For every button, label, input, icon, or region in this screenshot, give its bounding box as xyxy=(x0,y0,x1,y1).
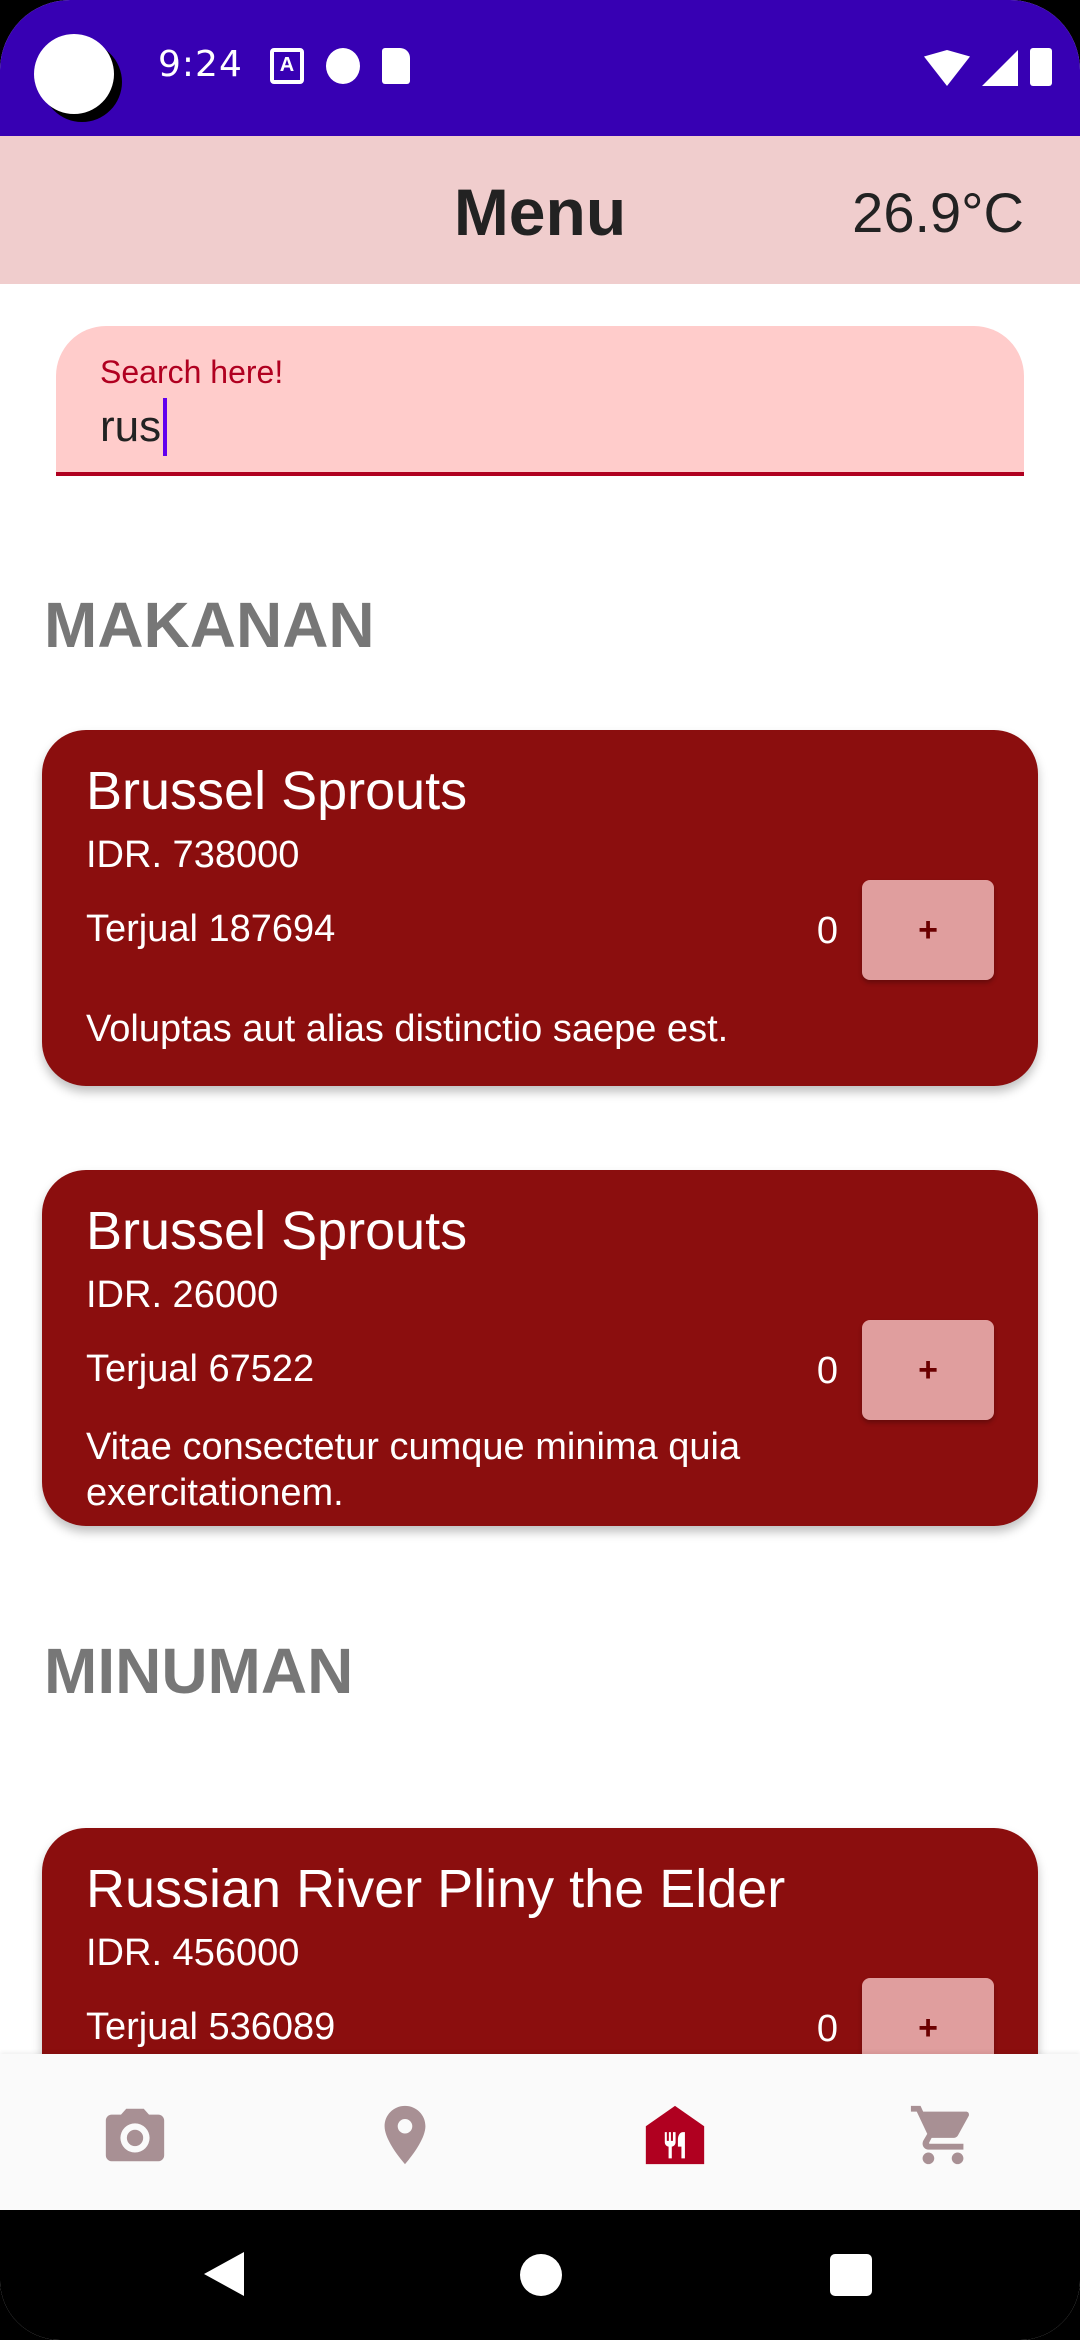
item-name: Brussel Sprouts xyxy=(86,1201,468,1261)
add-item-button[interactable]: + xyxy=(862,880,994,980)
camera-cutout xyxy=(34,34,114,114)
item-quantity: 0 xyxy=(816,1350,838,1392)
status-time: 9:24 xyxy=(158,44,243,85)
restaurant-menu-icon[interactable] xyxy=(640,2100,710,2170)
phone-screen: 9:24 A Menu 26.9°C Search here! rus MAKA… xyxy=(0,0,1080,2340)
battery-icon xyxy=(1030,48,1052,86)
cart-icon[interactable] xyxy=(908,2100,978,2170)
item-quantity: 0 xyxy=(816,2008,838,2050)
item-sold-count: Terjual 536089 xyxy=(86,2006,336,2048)
item-sold-count: Terjual 67522 xyxy=(86,1348,315,1390)
notification-icons: A xyxy=(270,48,410,84)
item-quantity: 0 xyxy=(816,910,838,952)
system-navigation-bar xyxy=(0,2210,1080,2340)
item-description: Vitae consectetur cumque minima quia exe… xyxy=(86,1426,741,1514)
recent-apps-icon[interactable] xyxy=(830,2254,872,2296)
item-price: IDR. 26000 xyxy=(86,1274,279,1316)
section-heading-makanan: MAKANAN xyxy=(44,589,375,661)
item-name: Russian River Pliny the Elder xyxy=(86,1859,786,1919)
sd-card-icon xyxy=(382,48,410,84)
camera-icon[interactable] xyxy=(100,2100,170,2170)
search-field[interactable]: Search here! rus xyxy=(56,326,1024,476)
search-input-text: rus xyxy=(100,402,162,451)
bottom-navigation xyxy=(0,2054,1080,2210)
location-pin-icon[interactable] xyxy=(370,2100,440,2170)
app-bar: Menu 26.9°C xyxy=(0,136,1080,284)
item-name: Brussel Sprouts xyxy=(86,761,468,821)
status-bar: 9:24 A xyxy=(0,0,1080,136)
system-status-icons xyxy=(924,48,1052,86)
text-caret xyxy=(163,398,168,456)
t-circle-icon xyxy=(326,48,360,84)
item-description: Voluptas aut alias distinctio saepe est. xyxy=(86,1008,729,1050)
item-sold-count: Terjual 187694 xyxy=(86,908,336,950)
signal-icon xyxy=(982,50,1018,86)
search-label: Search here! xyxy=(100,354,284,390)
wifi-icon xyxy=(924,50,970,86)
item-price: IDR. 738000 xyxy=(86,834,300,876)
home-icon[interactable] xyxy=(520,2254,562,2296)
temperature-label: 26.9°C xyxy=(852,181,1024,244)
add-item-button[interactable]: + xyxy=(862,1320,994,1420)
item-price: IDR. 456000 xyxy=(86,1932,300,1974)
section-heading-minuman: MINUMAN xyxy=(44,1635,354,1707)
back-icon[interactable] xyxy=(204,2252,244,2296)
search-input[interactable]: rus xyxy=(100,398,168,456)
menu-item-card: Brussel Sprouts IDR. 738000 Terjual 1876… xyxy=(42,730,1038,1086)
menu-item-card: Brussel Sprouts IDR. 26000 Terjual 67522… xyxy=(42,1170,1038,1526)
a-icon: A xyxy=(270,48,304,84)
